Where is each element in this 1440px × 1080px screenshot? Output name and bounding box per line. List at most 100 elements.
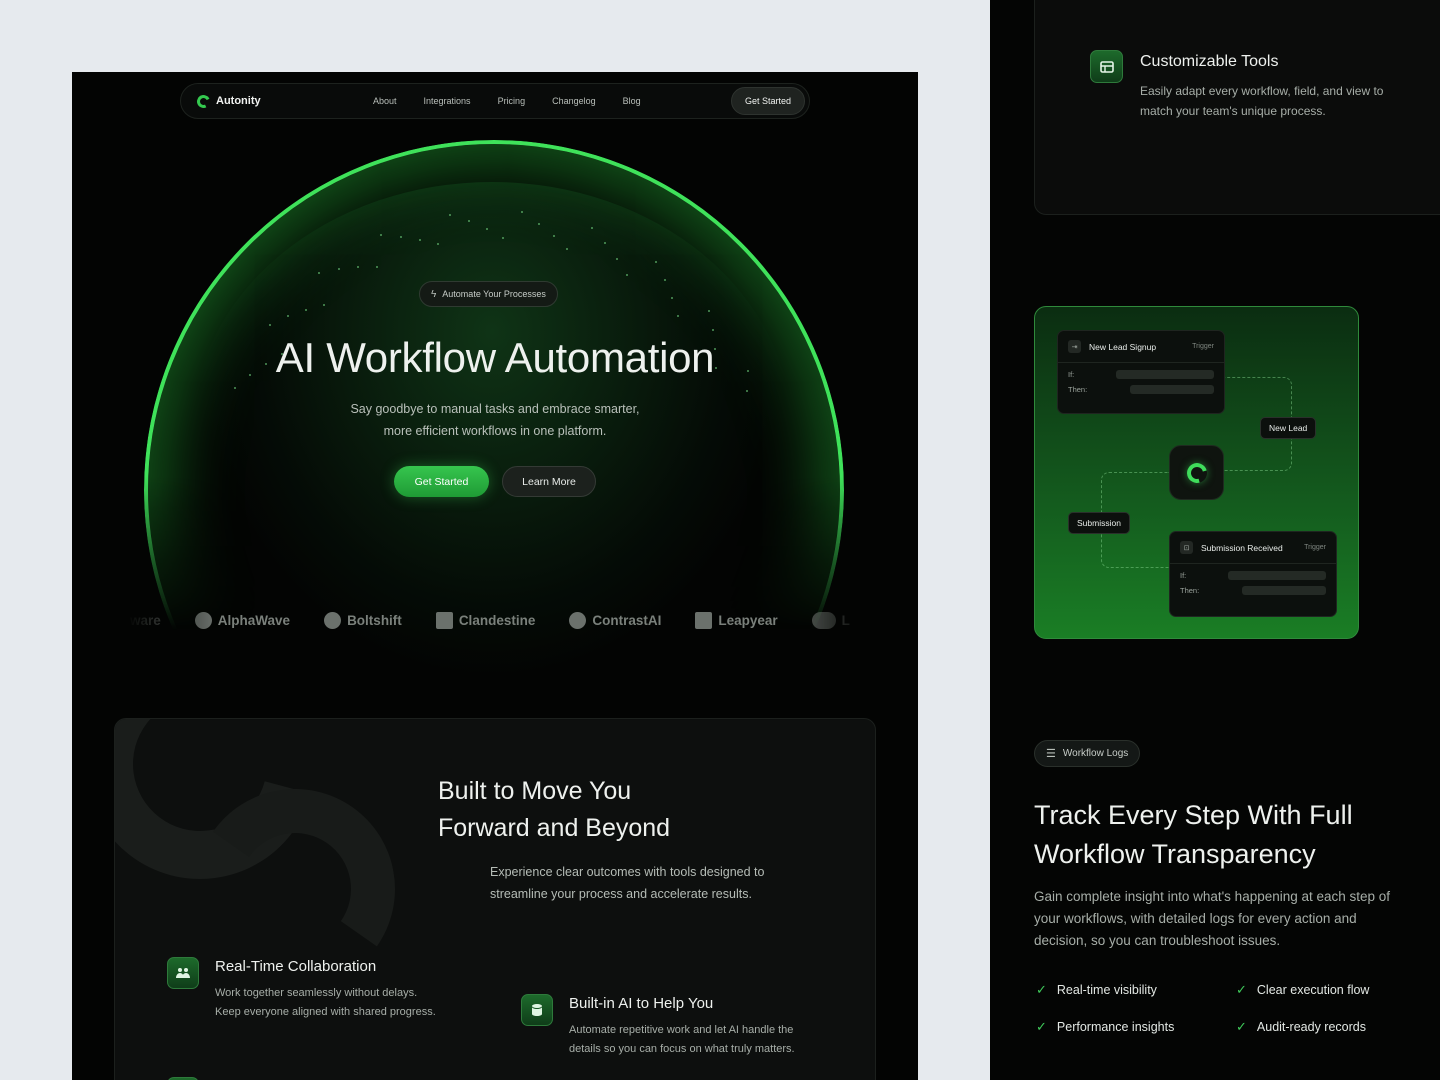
partner-logo-alphawave: AlphaWave [194,611,291,629]
partner-logo: L [811,611,850,629]
inbox-icon: ⊡ [1180,541,1193,554]
partner-logo-name: Boltshift [347,612,402,628]
particle-dot [552,234,555,237]
hero-subtitle-line: more efficient workflows in one platform… [383,424,607,438]
particle-dot [708,309,711,312]
leapyear-logo-icon [695,611,713,629]
features-title-line: Forward and Beyond [438,814,671,842]
features-subtitle: Experience clear outcomes with tools des… [490,861,810,905]
feature-title: Real-Time Collaboration [215,958,377,975]
partner-logo-clandestine: Clandestine [435,611,535,629]
node-if-label: If: [1180,571,1187,580]
partner-logo-icon [811,611,836,629]
particle-dot [304,308,307,311]
lightning-icon: ϟ [431,288,437,300]
login-icon: ⇥ [1068,340,1081,353]
check-label: Clear execution flow [1256,983,1370,997]
partner-logo-leapyear: Leapyear [695,611,778,629]
hero-title: AI Workflow Automation [275,334,715,381]
partner-logo-boltshift: Boltshift [324,611,402,629]
particle-dot [399,235,402,238]
node-if-value [1228,571,1326,580]
workflow-logs-title: Track Every Step With Full Workflow Tran… [1034,796,1434,874]
feature-item-ai: Built-in AI to Help You Automate repetit… [521,994,849,1059]
partner-logo-strip: ware AlphaWave Boltshift Clandestine Con… [107,608,867,632]
flow-node-submission-received[interactable]: ⊡ Submission Received Trigger If: Then: [1169,531,1337,617]
node-tag: Trigger [1192,343,1214,350]
partner-logo-name: ContrastAI [592,612,662,628]
check-item: ✓ Real-time visibility [1036,982,1157,998]
features-card: Built to Move You Forward and Beyond Exp… [114,718,876,1080]
workflow-logs-title-line: Workflow Transparency [1034,839,1316,869]
clandestine-logo-icon [435,611,453,629]
feature-desc: Automate repetitive work and let AI hand… [569,1021,849,1059]
check-icon: ✓ [1036,982,1047,997]
hero-badge: ϟ Automate Your Processes [419,281,558,307]
hero-get-started-button[interactable]: Get Started [394,466,489,497]
node-if-value [1116,370,1214,379]
hero-learn-more-button[interactable]: Learn More [502,466,596,497]
alphawave-logo-icon [194,611,212,629]
check-label: Real-time visibility [1056,983,1157,997]
feature-item-collaboration: Real-Time Collaboration Work together se… [167,957,475,1022]
nav-get-started-button[interactable]: Get Started [730,87,805,115]
nav-link-about[interactable]: About [373,96,397,106]
check-item: ✓ Performance insights [1036,1019,1174,1035]
workflow-logs-desc-line: decision, so you can troubleshoot issues… [1034,933,1281,948]
node-tag: Trigger [1304,544,1326,551]
brand-logo[interactable]: Autonity [195,92,357,110]
features-subtitle-line: streamline your process and accelerate r… [490,887,752,901]
particle-dot [485,228,488,231]
particle-dot [625,274,628,277]
feature-detail-panel: Customizable Tools Easily adapt every wo… [990,0,1440,1080]
spinner-icon [1182,458,1211,487]
particle-dot [233,386,236,389]
customizable-tools-desc-line: Easily adapt every workflow, field, and … [1140,84,1384,98]
landing-page-preview: Autonity About Integrations Pricing Chan… [72,72,918,1080]
partner-logo: ware [107,611,161,629]
node-then-value [1242,586,1326,595]
hero-subtitle: Say goodbye to manual tasks and embrace … [325,398,665,442]
flow-hub [1169,445,1224,500]
features-subtitle-line: Experience clear outcomes with tools des… [490,865,765,879]
feature-desc-line: Automate repetitive work and let AI hand… [569,1024,794,1036]
nav-links: About Integrations Pricing Changelog Blo… [373,96,641,106]
check-item: ✓ Clear execution flow [1236,982,1369,998]
check-label: Audit-ready records [1256,1020,1366,1034]
list-icon: ☰ [1046,748,1056,760]
brand-name: Autonity [216,95,261,107]
brand-mark-icon [195,92,212,110]
nav-link-integrations[interactable]: Integrations [424,96,471,106]
node-then-label: Then: [1068,385,1088,394]
node-title: New Lead Signup [1089,341,1157,352]
particle-dot [537,222,540,225]
feature-desc-line: details so you can focus on what truly m… [569,1043,795,1055]
flow-node-new-lead-signup[interactable]: ⇥ New Lead Signup Trigger If: Then: [1057,330,1225,414]
flow-label-new-lead: New Lead [1260,417,1317,439]
workflow-logs-title-line: Track Every Step With Full [1034,800,1353,830]
check-item: ✓ Audit-ready records [1236,1019,1366,1035]
particle-dot [449,213,452,216]
workflow-diagram: ⇥ New Lead Signup Trigger If: Then: New Le… [1034,306,1359,639]
workflow-logs-badge: ☰ Workflow Logs [1034,740,1141,767]
feature-desc-line: Work together seamlessly without delays. [215,987,418,999]
workflow-logs-desc-line: your workflows, with detailed logs for e… [1034,911,1357,926]
table-icon [1090,50,1123,83]
node-then-label: Then: [1180,586,1200,595]
particle-dot [323,303,325,306]
check-icon: ✓ [1236,982,1247,997]
partner-logo-name: Leapyear [718,612,778,628]
flow-label-submission: Submission [1068,512,1130,534]
customizable-tools-title: Customizable Tools [1140,53,1279,70]
node-if-label: If: [1068,370,1075,379]
particle-dot [663,278,666,281]
partner-logo-name: AlphaWave [217,612,291,628]
particle-dot [676,314,679,317]
nav-link-pricing[interactable]: Pricing [498,96,526,106]
nav-link-blog[interactable]: Blog [623,96,641,106]
customizable-tools-desc: Easily adapt every workflow, field, and … [1140,81,1420,121]
nav-link-changelog[interactable]: Changelog [552,96,596,106]
particle-dot [615,258,618,261]
contrastai-logo-icon [569,611,587,629]
check-label: Performance insights [1056,1020,1175,1034]
